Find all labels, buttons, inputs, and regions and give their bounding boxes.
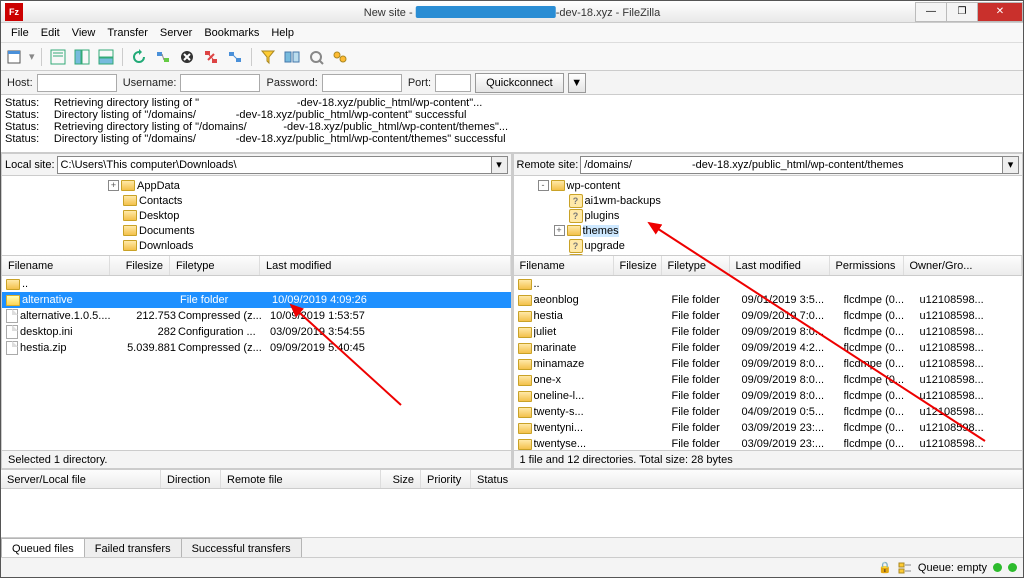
title-bar[interactable]: Fz New site - -dev-18.xyz - FileZilla — …: [1, 1, 1023, 23]
close-button[interactable]: ✕: [977, 2, 1023, 22]
tree-item[interactable]: Contacts: [6, 193, 511, 208]
sync-browse-icon[interactable]: [306, 47, 326, 67]
toggle-tree-icon[interactable]: [72, 47, 92, 67]
queue-status-label: Queue: empty: [918, 562, 987, 574]
menu-transfer[interactable]: Transfer: [101, 27, 154, 39]
list-item[interactable]: alternative.1.0.5....212.753Compressed (…: [2, 308, 511, 324]
password-label: Password:: [266, 77, 317, 89]
list-item[interactable]: marinateFile folder09/09/2019 4:2...flcd…: [514, 340, 1023, 356]
list-item[interactable]: ..: [2, 276, 511, 292]
list-item[interactable]: hestiaFile folder09/09/2019 7:0...flcdmp…: [514, 308, 1023, 324]
disconnect-icon[interactable]: [201, 47, 221, 67]
tree-item[interactable]: -wp-content: [518, 178, 1023, 193]
list-item[interactable]: hestia.zip5.039.881Compressed (z...09/09…: [2, 340, 511, 356]
queue-icon: [898, 562, 912, 574]
tree-item[interactable]: ?plugins: [518, 208, 1023, 223]
remote-list-header[interactable]: Filename Filesize Filetype Last modified…: [514, 256, 1023, 276]
list-item[interactable]: minamazeFile folder09/09/2019 8:0...flcd…: [514, 356, 1023, 372]
queue-tab[interactable]: Successful transfers: [181, 538, 302, 557]
local-site-label: Local site:: [5, 159, 55, 171]
local-file-list[interactable]: ..alternativeFile folder10/09/2019 4:09:…: [2, 276, 511, 450]
queue-tab[interactable]: Failed transfers: [84, 538, 182, 557]
quickconnect-button[interactable]: Quickconnect: [475, 73, 564, 93]
menu-help[interactable]: Help: [265, 27, 300, 39]
tree-item[interactable]: ?upgrade: [518, 238, 1023, 253]
remote-file-list[interactable]: ..aeonblogFile folder09/01/2019 3:5...fl…: [514, 276, 1023, 450]
list-item[interactable]: julietFile folder09/09/2019 8:0...flcdmp…: [514, 324, 1023, 340]
tree-item[interactable]: ?ai1wm-backups: [518, 193, 1023, 208]
list-item[interactable]: twenty-s...File folder04/09/2019 0:5...f…: [514, 404, 1023, 420]
tree-item[interactable]: +AppData: [6, 178, 511, 193]
maximize-button[interactable]: ❐: [946, 2, 978, 22]
password-input[interactable]: [322, 74, 402, 92]
remote-site-label: Remote site:: [517, 159, 579, 171]
menu-bookmarks[interactable]: Bookmarks: [198, 27, 265, 39]
list-item[interactable]: aeonblogFile folder09/01/2019 3:5...flcd…: [514, 292, 1023, 308]
menu-bar: FileEditViewTransferServerBookmarksHelp: [1, 23, 1023, 43]
local-path-input[interactable]: C:\Users\This computer\Downloads\: [57, 156, 492, 174]
list-item[interactable]: twentyni...File folder03/09/2019 23:...f…: [514, 420, 1023, 436]
list-item[interactable]: alternativeFile folder10/09/2019 4:09:26: [2, 292, 511, 308]
activity-led-2: [1008, 563, 1017, 572]
filter-icon[interactable]: [258, 47, 278, 67]
tree-item[interactable]: Documents: [6, 223, 511, 238]
main-window: Fz New site - -dev-18.xyz - FileZilla — …: [0, 0, 1024, 578]
remote-path-dropdown[interactable]: ▾: [1003, 156, 1019, 174]
local-list-header[interactable]: Filename Filesize Filetype Last modified: [2, 256, 511, 276]
queue-header[interactable]: Server/Local file Direction Remote file …: [1, 469, 1023, 489]
port-input[interactable]: [435, 74, 471, 92]
app-icon: Fz: [5, 3, 23, 21]
quickconnect-history-dropdown[interactable]: ▼: [568, 73, 586, 93]
process-queue-icon[interactable]: [153, 47, 173, 67]
status-bar: 🔒 Queue: empty: [1, 557, 1023, 577]
tree-item[interactable]: Desktop: [6, 208, 511, 223]
host-label: Host:: [7, 77, 33, 89]
list-item[interactable]: desktop.ini282Configuration ...03/09/201…: [2, 324, 511, 340]
menu-view[interactable]: View: [66, 27, 102, 39]
queue-list[interactable]: [1, 489, 1023, 537]
username-label: Username:: [123, 77, 177, 89]
site-manager-icon[interactable]: [5, 47, 25, 67]
compare-icon[interactable]: [282, 47, 302, 67]
list-item[interactable]: ..: [514, 276, 1023, 292]
port-label: Port:: [408, 77, 431, 89]
local-tree[interactable]: +AppDataContactsDesktopDocumentsDownload…: [2, 176, 511, 256]
search-icon[interactable]: [330, 47, 350, 67]
queue-tab[interactable]: Queued files: [1, 538, 85, 557]
menu-file[interactable]: File: [5, 27, 35, 39]
toolbar: ▾: [1, 43, 1023, 71]
window-title: New site - -dev-18.xyz - FileZilla: [364, 5, 661, 19]
minimize-button[interactable]: —: [915, 2, 947, 22]
lock-icon[interactable]: 🔒: [878, 561, 892, 574]
toggle-log-icon[interactable]: [48, 47, 68, 67]
menu-edit[interactable]: Edit: [35, 27, 66, 39]
remote-status: 1 file and 12 directories. Total size: 2…: [514, 450, 1023, 468]
local-pane: Local site: C:\Users\This computer\Downl…: [1, 153, 512, 469]
host-input[interactable]: [37, 74, 117, 92]
file-panes: Local site: C:\Users\This computer\Downl…: [1, 153, 1023, 469]
quickconnect-bar: Host: Username: Password: Port: Quickcon…: [1, 71, 1023, 95]
list-item[interactable]: one-xFile folder09/09/2019 8:0...flcdmpe…: [514, 372, 1023, 388]
queue-tabs: Queued filesFailed transfersSuccessful t…: [1, 537, 1023, 557]
remote-pane: Remote site: /domains/-dev-18.xyz/public…: [512, 153, 1024, 469]
tree-item[interactable]: Downloads: [6, 238, 511, 253]
toggle-queue-icon[interactable]: [96, 47, 116, 67]
username-input[interactable]: [180, 74, 260, 92]
reconnect-icon[interactable]: [225, 47, 245, 67]
local-path-dropdown[interactable]: ▾: [492, 156, 508, 174]
activity-led-1: [993, 563, 1002, 572]
message-log[interactable]: Status: Retrieving directory listing of …: [1, 95, 1023, 153]
cancel-icon[interactable]: [177, 47, 197, 67]
list-item[interactable]: twentyse...File folder03/09/2019 23:...f…: [514, 436, 1023, 450]
tree-item[interactable]: +themes: [518, 223, 1023, 238]
list-item[interactable]: oneline-l...File folder09/09/2019 8:0...…: [514, 388, 1023, 404]
remote-path-input[interactable]: /domains/-dev-18.xyz/public_html/wp-cont…: [580, 156, 1003, 174]
remote-tree[interactable]: -wp-content?ai1wm-backups?plugins+themes…: [514, 176, 1023, 256]
refresh-icon[interactable]: [129, 47, 149, 67]
menu-server[interactable]: Server: [154, 27, 198, 39]
local-status: Selected 1 directory.: [2, 450, 511, 468]
